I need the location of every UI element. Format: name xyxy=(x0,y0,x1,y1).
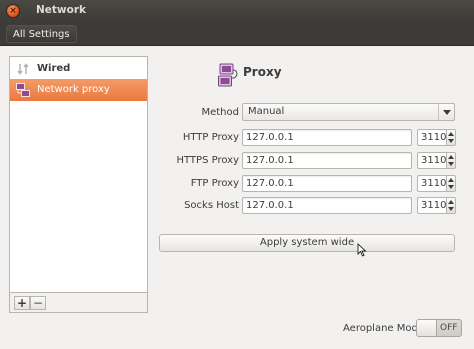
ftp-proxy-port-input[interactable]: 3110 xyxy=(417,175,446,192)
chevron-down-icon[interactable] xyxy=(448,162,454,166)
https-proxy-host-input[interactable]: 127.0.0.1 xyxy=(242,152,412,169)
http-proxy-host-input[interactable]: 127.0.0.1 xyxy=(242,129,412,146)
list-toolbar: + − xyxy=(9,293,148,313)
chevron-up-icon[interactable] xyxy=(448,132,454,136)
wired-arrows-icon xyxy=(17,63,29,75)
sidebar-item-wired[interactable]: Wired xyxy=(10,58,147,80)
close-icon[interactable]: × xyxy=(6,4,20,18)
sidebar-item-label: Wired xyxy=(37,63,71,74)
mouse-pointer-icon xyxy=(357,243,367,257)
socks-host-label: Socks Host xyxy=(184,200,239,211)
title-bar: × Network xyxy=(0,0,474,22)
chevron-down-icon xyxy=(438,104,454,120)
ftp-proxy-label: FTP Proxy xyxy=(190,178,239,189)
http-proxy-port-spinner[interactable] xyxy=(446,129,456,146)
toggle-state-text: OFF xyxy=(440,323,458,333)
method-label: Method xyxy=(201,107,239,118)
https-proxy-port-spinner[interactable] xyxy=(446,152,456,169)
apply-system-wide-button[interactable]: Apply system wide xyxy=(159,234,455,252)
ftp-proxy-port-spinner[interactable] xyxy=(446,175,456,192)
add-connection-button[interactable]: + xyxy=(14,296,30,310)
method-select-value: Manual xyxy=(248,106,285,117)
sidebar-item-label: Network proxy xyxy=(37,84,110,95)
aeroplane-mode-toggle[interactable]: OFF xyxy=(416,319,462,337)
http-proxy-label: HTTP Proxy xyxy=(182,132,239,143)
chevron-down-icon[interactable] xyxy=(448,139,454,143)
https-proxy-label: HTTPS Proxy xyxy=(176,155,239,166)
ftp-proxy-host-input[interactable]: 127.0.0.1 xyxy=(242,175,412,192)
toolbar: All Settings xyxy=(0,22,474,46)
network-proxy-icon xyxy=(218,63,238,87)
toggle-knob[interactable] xyxy=(417,320,437,336)
chevron-down-icon[interactable] xyxy=(448,185,454,189)
connection-list: Wired Network proxy xyxy=(9,56,148,293)
socks-host-input[interactable]: 127.0.0.1 xyxy=(242,197,412,214)
page-title: Proxy xyxy=(243,65,282,79)
chevron-up-icon[interactable] xyxy=(448,155,454,159)
http-proxy-port-input[interactable]: 3110 xyxy=(417,129,446,146)
method-select[interactable]: Manual xyxy=(242,103,455,121)
all-settings-button[interactable]: All Settings xyxy=(6,25,77,43)
aeroplane-mode-label: Aeroplane Mode xyxy=(343,323,424,334)
https-proxy-port-input[interactable]: 3110 xyxy=(417,152,446,169)
chevron-up-icon[interactable] xyxy=(448,200,454,204)
sidebar-item-network-proxy[interactable]: Network proxy xyxy=(10,79,147,101)
remove-connection-button[interactable]: − xyxy=(30,296,46,310)
network-proxy-icon xyxy=(16,83,30,97)
chevron-up-icon[interactable] xyxy=(448,178,454,182)
socks-host-port-spinner[interactable] xyxy=(446,197,456,214)
chevron-down-icon[interactable] xyxy=(448,207,454,211)
socks-host-port-input[interactable]: 3110 xyxy=(417,197,446,214)
window-title: Network xyxy=(36,4,87,16)
